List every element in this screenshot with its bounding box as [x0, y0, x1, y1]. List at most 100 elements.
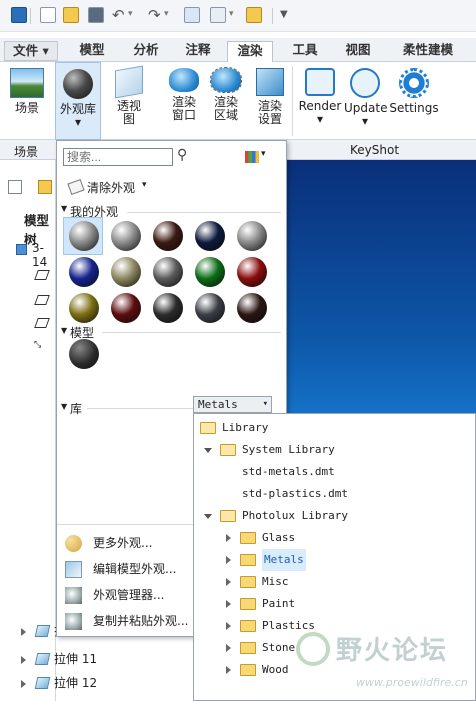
appearance-swatch[interactable] [153, 221, 183, 251]
appearance-swatch[interactable] [195, 257, 225, 287]
collapse-arrow-icon[interactable]: ▼ [61, 402, 67, 411]
tab-render[interactable]: 渲染 [227, 41, 273, 63]
group-divider [292, 66, 293, 136]
appearance-swatch[interactable] [153, 293, 183, 323]
tab-tools[interactable]: 工具 [285, 41, 325, 61]
close-window-icon[interactable] [246, 7, 262, 23]
plane-icon[interactable] [34, 295, 50, 305]
tab-analysis[interactable]: 分析 [126, 41, 166, 61]
appearance-swatch[interactable] [195, 293, 225, 323]
search-input[interactable] [63, 148, 173, 166]
search-icon[interactable]: ⚲ [177, 147, 187, 163]
menu-label: 外观管理器... [93, 588, 165, 602]
view-options-icon[interactable] [245, 151, 259, 163]
redo-icon[interactable]: ↷ [148, 6, 161, 24]
appearance-swatch[interactable] [69, 257, 99, 287]
chevron-down-icon[interactable]: ▾ [164, 9, 169, 19]
regenerate-icon[interactable] [184, 7, 200, 23]
scene-button[interactable]: 场景 [6, 62, 48, 140]
tab-file[interactable]: 文件 ▾ [4, 41, 58, 61]
tab-model[interactable]: 模型 [72, 41, 112, 61]
extrude-icon [34, 653, 51, 665]
expand-arrow-icon[interactable] [226, 600, 231, 608]
appearance-swatch[interactable] [111, 257, 141, 287]
tree-root-label[interactable]: 3-14 [32, 241, 55, 269]
coordinate-system-icon[interactable]: ⤡ [34, 340, 41, 350]
part-icon [16, 244, 27, 255]
save-icon[interactable] [88, 7, 104, 23]
window-icon[interactable] [210, 7, 226, 23]
chevron-down-icon[interactable]: ▾ [128, 9, 133, 19]
watermark-logo [296, 632, 330, 666]
folder-icon [240, 664, 256, 676]
quick-access-toolbar: ↶ ▾ ↷ ▾ ▾ ▼ [0, 0, 476, 32]
photolux-folder-label: Paint [262, 597, 296, 610]
tree-row[interactable]: 拉伸 11 [0, 648, 200, 670]
appearance-swatch[interactable] [195, 221, 225, 251]
collapse-arrow-icon[interactable]: ▼ [61, 326, 67, 335]
expand-arrow-icon[interactable] [226, 622, 231, 630]
chevron-down-icon: ▾ [316, 112, 324, 126]
photolux-library-label: Photolux Library [242, 509, 348, 522]
appearance-swatch[interactable] [111, 293, 141, 323]
expand-arrow-icon[interactable] [226, 534, 231, 542]
open-folder-icon[interactable] [63, 7, 79, 23]
folder-icon[interactable] [38, 180, 52, 194]
appearance-gallery-button[interactable]: 外观库 ▾ [55, 62, 101, 140]
photolux-folder-label: Glass [262, 531, 296, 544]
divider [102, 332, 281, 333]
app-menu-icon[interactable] [11, 7, 27, 23]
keyshot-update-button[interactable]: Update ▾ [344, 62, 387, 140]
perspective-button[interactable]: 透视 图 [112, 62, 146, 140]
render-window-button[interactable]: 渲染 窗口 [166, 62, 202, 140]
appearance-swatch[interactable] [69, 221, 99, 251]
expand-arrow-icon[interactable] [226, 644, 231, 652]
expand-arrow-icon[interactable] [21, 680, 26, 688]
render-settings-button[interactable]: 渲染 设置 [252, 62, 288, 140]
keyshot-settings-button[interactable]: Settings [388, 62, 440, 140]
expand-arrow-icon[interactable] [226, 578, 231, 586]
undo-icon[interactable]: ↶ [112, 6, 125, 24]
new-file-icon[interactable] [40, 7, 56, 23]
expand-arrow-icon[interactable] [226, 556, 231, 564]
tree-item-label: 拉伸 11 [54, 652, 98, 666]
library-file-label: std-plastics.dmt [242, 487, 348, 500]
group-label-scene: 场景 [14, 145, 39, 159]
collapse-arrow-icon[interactable]: ▼ [61, 204, 67, 213]
library-file-row[interactable]: std-plastics.dmt [242, 483, 348, 505]
tree-toolbar-icon[interactable] [8, 180, 22, 194]
scene-icon [10, 68, 44, 98]
graphics-viewport[interactable] [287, 160, 476, 415]
tab-view[interactable]: 视图 [338, 41, 378, 61]
chevron-down-icon[interactable]: ▾ [142, 180, 147, 190]
appearance-swatch[interactable] [69, 293, 99, 323]
library-file-row[interactable]: std-metals.dmt [242, 461, 335, 483]
appearance-swatch[interactable] [111, 221, 141, 251]
appearance-swatch[interactable] [153, 257, 183, 287]
tab-annotate[interactable]: 注释 [178, 41, 218, 61]
clear-appearance-button[interactable]: 清除外观 [87, 179, 135, 196]
appearance-swatch[interactable] [237, 221, 267, 251]
separator [272, 8, 273, 24]
appearance-swatch[interactable] [237, 257, 267, 287]
tree-row[interactable]: 拉伸 12 [0, 672, 200, 694]
settings-label: Settings [389, 101, 439, 115]
customize-toolbar-icon[interactable]: ▼ [280, 9, 288, 20]
render-region-button[interactable]: 渲染 区域 [208, 62, 244, 140]
expand-arrow-icon[interactable] [226, 666, 231, 674]
collapse-arrow-icon[interactable] [204, 514, 212, 519]
expand-arrow-icon[interactable] [21, 656, 26, 664]
keyshot-render-button[interactable]: Render ▾ [298, 62, 342, 140]
tree-item-label: 拉伸 12 [54, 676, 98, 690]
chevron-down-icon[interactable]: ▾ [229, 9, 234, 19]
model-appearance-swatch[interactable] [69, 339, 99, 369]
menu-label: 编辑模型外观... [93, 562, 177, 576]
appearance-swatch[interactable] [237, 293, 267, 323]
tab-flexible-modeling[interactable]: 柔性建模 [392, 41, 464, 61]
chevron-down-icon[interactable]: ▾ [261, 149, 266, 159]
library-select[interactable]: Metals ▾ [193, 396, 272, 413]
collapse-arrow-icon[interactable] [204, 448, 212, 453]
plane-icon[interactable] [34, 318, 50, 328]
expand-arrow-icon[interactable] [21, 628, 26, 636]
plane-icon[interactable] [34, 270, 50, 280]
